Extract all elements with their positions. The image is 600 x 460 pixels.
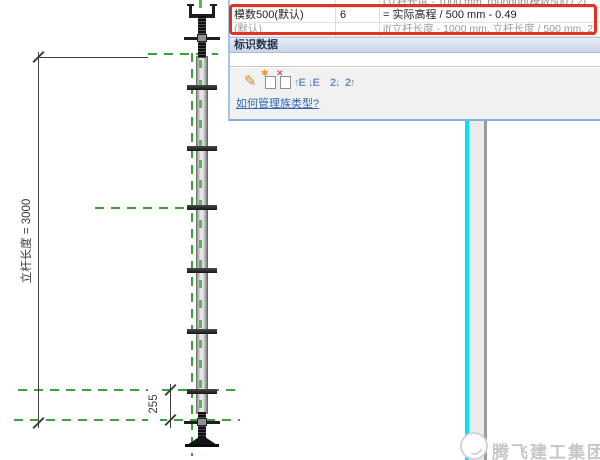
disc-connector <box>187 205 217 210</box>
base-plate <box>185 444 219 447</box>
dimension-extension-top <box>38 57 148 58</box>
dialog-button-panel: ✎ ✱ ✕ ↑E ↓E 2↓ 2↑ 如何管理族类型? <box>230 68 600 119</box>
fork-tip-right <box>210 4 217 6</box>
sort-ascending-icon[interactable]: 2↓ <box>330 73 344 89</box>
disc-connector <box>187 85 217 90</box>
wall-element[interactable] <box>469 121 487 460</box>
manage-family-types-link[interactable]: 如何管理族类型? <box>236 95 319 111</box>
pole-tube <box>196 56 208 414</box>
fork-tip-left <box>187 4 194 6</box>
delete-parameter-icon[interactable]: ✕ <box>278 73 292 89</box>
move-down-icon[interactable]: ↓E <box>308 73 322 89</box>
adjusting-nut-bottom <box>197 418 207 426</box>
vertical-reference-line <box>191 53 193 456</box>
reference-line-top <box>148 53 218 55</box>
disc-connector <box>187 146 217 151</box>
dimension-line-main <box>38 52 39 428</box>
new-parameter-icon[interactable]: ✱ <box>263 73 277 89</box>
identity-data-section-header: 标识数据 <box>230 37 600 53</box>
disc-connector <box>187 329 217 334</box>
company-logo-icon <box>460 432 488 460</box>
sort-descending-icon[interactable]: 2↑ <box>345 73 359 89</box>
edit-pencil-icon[interactable]: ✎ <box>244 73 258 89</box>
disc-connector <box>187 268 217 273</box>
empty-parameter-row[interactable] <box>230 53 600 67</box>
dimension-label-offset[interactable]: 255 <box>148 384 160 424</box>
dimension-label-pole-length[interactable]: 立杆长度 = 3000 <box>18 186 34 296</box>
revit-family-editor-view: 立杆长度 = 3000 255 腾飞建工集团 (立杆长度 - 1000 mm, … <box>0 0 600 460</box>
disc-connector <box>187 389 217 394</box>
watermark-text: 腾飞建工集团 <box>492 438 600 460</box>
move-up-icon[interactable]: ↑E <box>294 73 308 89</box>
adjusting-nut-top <box>197 34 207 42</box>
highlight-annotation-box <box>229 4 597 35</box>
